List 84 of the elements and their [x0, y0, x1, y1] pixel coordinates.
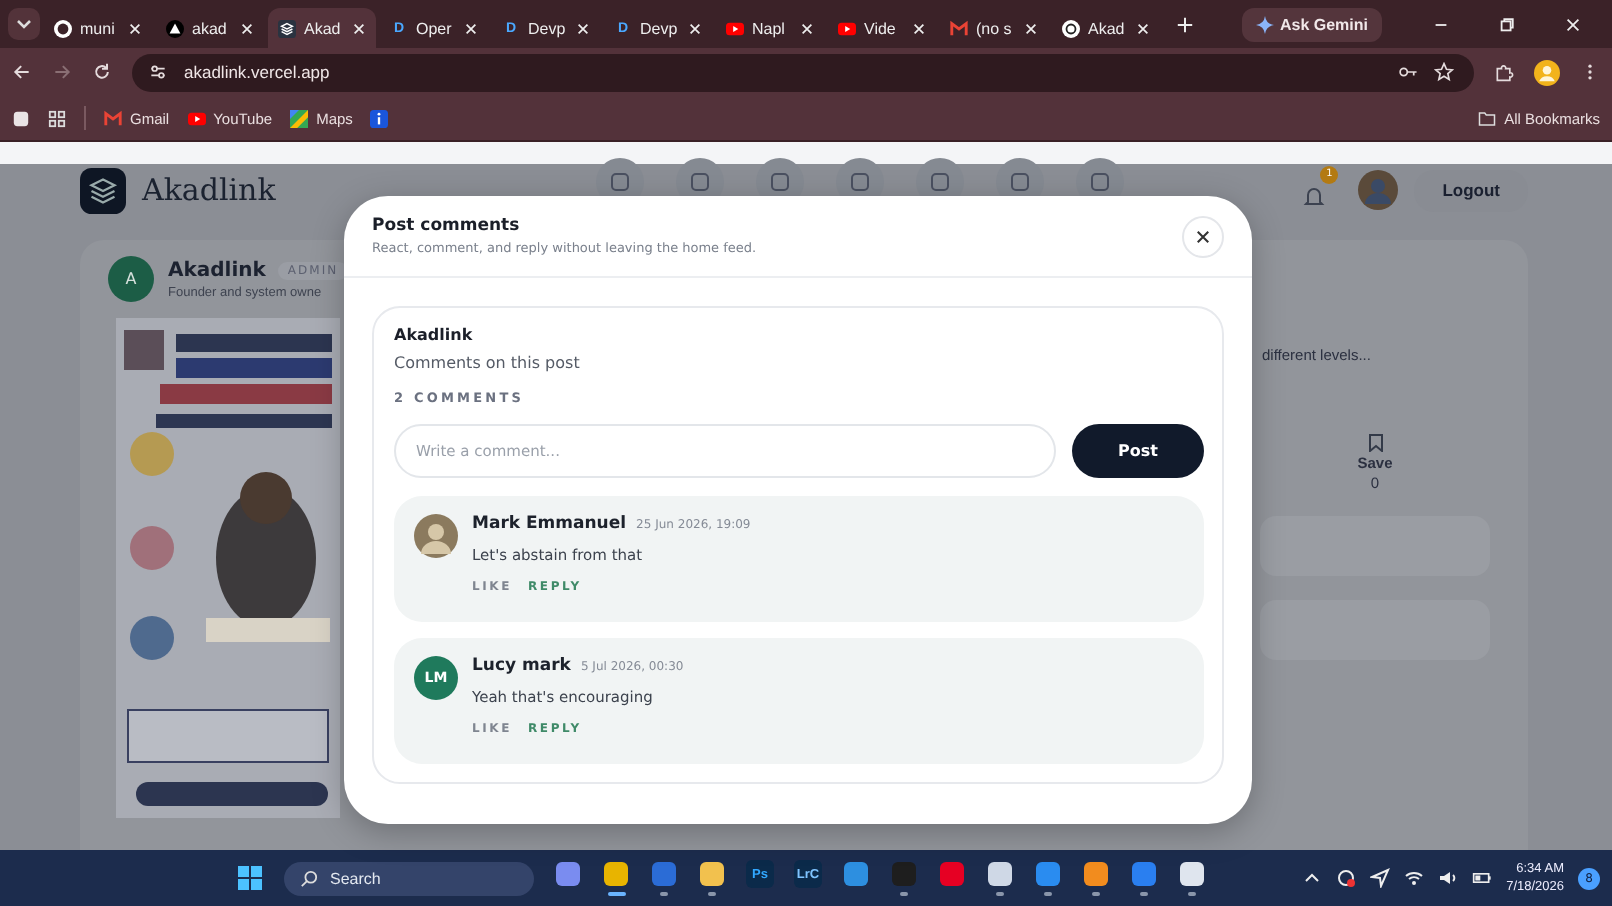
post-caption: Comments on this post	[394, 354, 582, 372]
bookmark-icon	[1367, 434, 1383, 452]
plus-icon[interactable]	[1176, 15, 1194, 33]
bell-icon[interactable]	[1302, 184, 1327, 208]
restore-icon[interactable]	[1498, 15, 1516, 33]
close-icon[interactable]	[800, 21, 814, 35]
post-button[interactable]: Post	[1072, 424, 1204, 478]
post-author: Akadlink	[394, 326, 475, 344]
avatar-silhouette	[414, 514, 458, 558]
envelope-icon	[104, 109, 122, 127]
tab-title: Vide	[864, 19, 898, 37]
tab-title: akad	[192, 19, 229, 37]
close-icon[interactable]	[912, 21, 926, 35]
play-icon	[726, 19, 744, 37]
star-icon[interactable]	[1434, 62, 1454, 82]
folder-icon	[1478, 109, 1497, 127]
forward-arrow-icon[interactable]	[52, 62, 72, 82]
envelope-icon	[950, 19, 968, 37]
sparkle-icon	[1255, 15, 1274, 33]
close-icon[interactable]	[688, 21, 702, 35]
close-icon[interactable]	[464, 21, 478, 35]
close-icon	[1196, 229, 1210, 243]
browser-tab[interactable]: Akad	[268, 8, 376, 48]
wifi-icon[interactable]	[1404, 868, 1425, 888]
info-icon[interactable]	[370, 109, 389, 127]
puzzle-icon[interactable]	[1494, 62, 1514, 82]
triangle-icon	[166, 19, 184, 37]
dialog-title: Post comments	[372, 216, 522, 236]
close-icon[interactable]	[1024, 21, 1038, 35]
speaker-icon[interactable]	[1438, 868, 1459, 888]
tab-title: Oper	[416, 19, 454, 37]
browser-tab[interactable]: (no s	[940, 8, 1048, 48]
sliders-icon[interactable]	[148, 62, 168, 82]
play-icon	[187, 109, 206, 127]
play-icon	[838, 19, 856, 37]
address-bar[interactable]: akadlink.vercel.app	[132, 53, 1474, 91]
map-icon	[290, 109, 309, 127]
close-button[interactable]	[1182, 215, 1224, 257]
browser-tab[interactable]: Akad	[1052, 8, 1160, 48]
search-icon	[300, 869, 318, 887]
browser-tab[interactable]: akad	[156, 8, 264, 48]
close-icon[interactable]	[128, 21, 142, 35]
commenter-name: Mark Emmanuel	[472, 514, 627, 534]
close-icon[interactable]	[240, 21, 254, 35]
key-icon[interactable]	[1398, 62, 1418, 82]
commenter-name: Lucy mark	[472, 656, 571, 676]
battery-icon[interactable]	[1472, 868, 1493, 888]
app-icon[interactable]	[554, 860, 582, 888]
tab-title: muni	[80, 19, 117, 37]
square-icon[interactable]	[12, 109, 30, 127]
app-icon[interactable]	[986, 860, 1014, 888]
browser-tab[interactable]: Napl	[716, 8, 824, 48]
browser-tab[interactable]: muni	[44, 8, 152, 48]
tab-title: Napl	[752, 19, 787, 37]
taskbar-search[interactable]: Search	[284, 861, 534, 895]
back-arrow-icon[interactable]	[12, 62, 32, 82]
user-avatar[interactable]	[1358, 170, 1399, 210]
browser-tab[interactable]: Vide	[828, 8, 936, 48]
tab-title: Akad	[304, 19, 343, 37]
app-icon[interactable]	[698, 860, 726, 888]
location-arrow-icon[interactable]	[1370, 868, 1391, 888]
close-icon[interactable]	[1564, 15, 1582, 33]
cube-icon	[278, 19, 296, 37]
tab-title: Devp	[528, 19, 568, 37]
app-icon[interactable]	[1178, 860, 1206, 888]
sync-icon[interactable]	[1336, 868, 1357, 888]
profile-avatar-icon[interactable]	[1534, 59, 1560, 85]
reload-icon[interactable]	[92, 62, 112, 82]
app-icon[interactable]	[602, 860, 630, 888]
tab-title: (no s	[976, 19, 1014, 37]
layers-logo-icon	[80, 167, 126, 213]
tab-title: Akad	[1088, 19, 1127, 37]
author-avatar: A	[108, 256, 154, 302]
windows-start-icon[interactable]	[236, 864, 264, 892]
close-icon[interactable]	[352, 21, 366, 35]
tab-title: Devp	[640, 19, 680, 37]
ask-gemini-button[interactable]: Ask Gemini	[1241, 7, 1382, 41]
close-icon[interactable]	[1136, 21, 1150, 35]
tab-search-icon[interactable]	[8, 8, 40, 40]
close-icon[interactable]	[576, 21, 590, 35]
apps-grid-icon[interactable]	[48, 109, 66, 127]
app-icon[interactable]	[1082, 860, 1110, 888]
site-brand: Akadlink	[142, 172, 276, 208]
author-name: Akadlink	[168, 259, 266, 281]
